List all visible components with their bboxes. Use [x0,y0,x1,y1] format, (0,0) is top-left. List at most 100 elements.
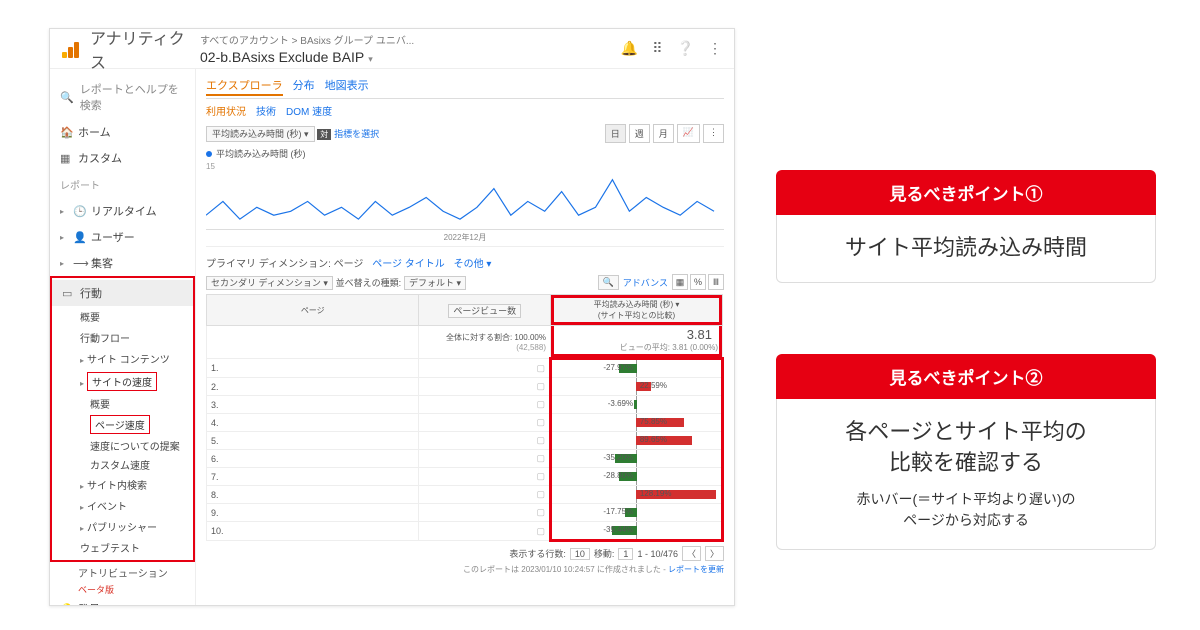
nav-webtest[interactable]: ウェブテスト [52,537,193,558]
tab-distribution[interactable]: 分布 [293,77,315,96]
table-row[interactable]: 10. ▢ -39.44% [207,522,723,541]
subtab-dom[interactable]: DOM 速度 [286,103,332,118]
nav-home[interactable]: 🏠ホーム [50,119,195,145]
page-jump-input[interactable]: 1 [618,548,633,560]
home-icon: 🏠 [60,126,72,139]
advance-link[interactable]: アドバンス [623,276,668,289]
nav-page-speed[interactable]: ページ速度 [52,413,193,436]
nav-site-search[interactable]: サイト内検索 [52,474,193,495]
row-bar-cell: -3.69% [550,396,722,414]
chart-options-button[interactable]: ⋮ [703,124,724,143]
subtab-usage[interactable]: 利用状況 [206,103,246,118]
site-avg-value: 3.81 [555,327,718,342]
row-bar-cell: -28.80% [550,468,722,486]
sort-dropdown[interactable]: デフォルト ▾ [404,276,466,290]
ga-logo-icon [62,40,80,58]
rows-per-page-select[interactable]: 10 [570,548,590,560]
report-footer: このレポートは 2023/01/10 10:24:57 に作成されました - レ… [206,564,724,575]
sidebar-search[interactable]: 🔍 レポートとヘルプを検索 [50,75,195,119]
tab-map[interactable]: 地図表示 [325,77,369,96]
breadcrumb-top: すべてのアカウント > BAsixs グループ ユニバ... [200,32,621,47]
nav-behavior-flow[interactable]: 行動フロー [52,327,193,348]
th-metric[interactable]: 平均読み込み時間 (秒) ▾ (サイト平均との比較) [550,295,722,326]
analytics-window: アナリティクス すべてのアカウント > BAsixs グループ ユニバ... 0… [49,28,735,606]
table-row[interactable]: 9. ▢ -17.75% [207,504,723,522]
main-content: エクスプローラ 分布 地図表示 利用状況 技術 DOM 速度 平均読み込み時間 … [196,69,734,605]
chart-legend: 平均読み込み時間 (秒) [206,147,724,160]
nav-user[interactable]: 👤ユーザー [50,224,195,250]
pd-page-title[interactable]: ページ タイトル [372,259,445,270]
clock-icon: 🕒 [73,205,85,218]
secondary-dimension-dropdown[interactable]: セカンダリ ディメンション ▾ [206,276,333,290]
nav-publisher[interactable]: パブリッシャー [52,516,193,537]
nav-speed-suggestions[interactable]: 速度についての提案 [52,436,193,455]
nav-behavior-overview[interactable]: 概要 [52,306,193,327]
row-bar-cell: -39.44% [550,522,722,541]
nav-attribution[interactable]: アトリビューション [50,562,195,583]
row-bar-cell: 75.85% [550,414,722,432]
nav-site-speed[interactable]: サイトの速度 [52,369,193,394]
row-pv-cell: ▢ [419,522,551,541]
nav-events[interactable]: イベント [52,495,193,516]
page-range: 1 - 10/476 [637,549,678,559]
pd-other[interactable]: その他 ▾ [454,259,492,270]
table-row[interactable]: 1. ▢ -27.97% [207,359,723,378]
app-header: アナリティクス すべてのアカウント > BAsixs グループ ユニバ... 0… [50,29,734,69]
row-bar-cell: 128.19% [550,486,722,504]
search-icon: 🔍 [60,91,74,104]
select-metric-link[interactable]: 指標を選択 [334,129,379,139]
chart-type-button[interactable]: 📈 [677,124,700,143]
row-index: 10. [207,522,419,541]
nav-site-content[interactable]: サイト コンテンツ [52,348,193,369]
nav-speed-overview[interactable]: 概要 [52,394,193,413]
table-row[interactable]: 6. ▢ -35.20% [207,450,723,468]
help-icon[interactable]: ❔ [677,40,694,57]
callout-1-body: サイト平均読み込み時間 [787,233,1145,264]
subtab-tech[interactable]: 技術 [256,103,276,118]
nav-realtime[interactable]: 🕒リアルタイム [50,198,195,224]
nav-beta-label: ベータ版 [50,583,195,596]
table-search-button[interactable]: 🔍 [598,275,619,290]
time-month-button[interactable]: 月 [653,124,674,143]
view-table-icon[interactable]: ▦ [672,274,688,290]
row-pv-cell: ▢ [419,450,551,468]
table-row[interactable]: 8. ▢ 128.19% [207,486,723,504]
bell-icon[interactable]: 🔔 [621,40,638,57]
chart-x-label: 2022年12月 [206,232,724,243]
nav-custom-speed[interactable]: カスタム速度 [52,455,193,474]
th-pageviews[interactable]: ページビュー数 [419,295,551,326]
breadcrumb-main[interactable]: 02-b.BAsixs Exclude BAIP [200,49,621,65]
next-page-button[interactable]: 〉 [705,546,724,561]
prev-page-button[interactable]: 〈 [682,546,701,561]
table-row[interactable]: 3. ▢ -3.69% [207,396,723,414]
row-index: 7. [207,468,419,486]
view-graph-icon[interactable]: Ⅲ [708,274,724,290]
row-pv-cell: ▢ [419,486,551,504]
th-page[interactable]: ページ [207,295,419,326]
row-index: 5. [207,432,419,450]
nav-behavior[interactable]: ▭行動 [52,280,193,306]
primary-dimension-row: プライマリ ディメンション: ページ ページ タイトル その他 ▾ [206,255,724,270]
breadcrumb[interactable]: すべてのアカウント > BAsixs グループ ユニバ... 02-b.BAsi… [200,32,621,65]
metric-selector[interactable]: 平均読み込み時間 (秒) ▾ [206,126,315,142]
tab-explorer[interactable]: エクスプローラ [206,77,283,96]
row-index: 4. [207,414,419,432]
more-icon[interactable]: ⋮ [708,40,722,57]
table-row[interactable]: 7. ▢ -28.80% [207,468,723,486]
row-pv-cell: ▢ [419,432,551,450]
time-day-button[interactable]: 日 [605,124,626,143]
refresh-report-link[interactable]: レポートを更新 [668,565,724,574]
behavior-icon: ▭ [62,287,74,300]
apps-icon[interactable]: ⠿ [652,40,662,57]
nav-custom[interactable]: ▦カスタム [50,145,195,171]
table-row[interactable]: 4. ▢ 75.85% [207,414,723,432]
table-row[interactable]: 5. ▢ 89.65% [207,432,723,450]
row-pv-cell: ▢ [419,396,551,414]
nav-acquisition[interactable]: ⟶集客 [50,250,195,276]
callout-2-body-main: 各ページとサイト平均の比較を確認する [787,417,1145,479]
report-tabs: エクスプローラ 分布 地図表示 [206,77,724,99]
nav-discover[interactable]: 💡発見 [50,596,195,605]
view-percent-icon[interactable]: % [690,274,706,290]
table-row[interactable]: 2. ▢ 22.59% [207,378,723,396]
time-week-button[interactable]: 週 [629,124,650,143]
